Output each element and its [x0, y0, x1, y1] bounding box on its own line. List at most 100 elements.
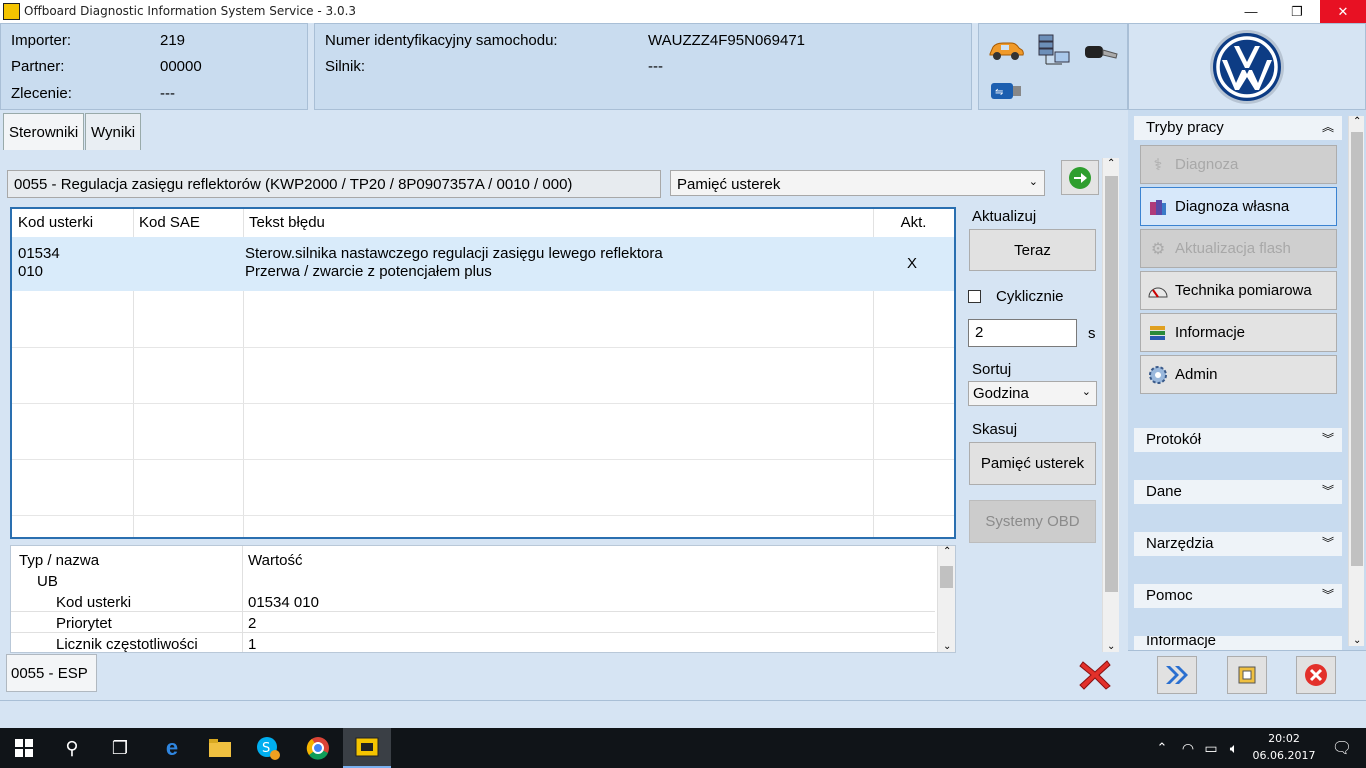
clock-date[interactable]: 06.06.2017 [1250, 749, 1318, 762]
details-row-name: Priorytet [56, 615, 112, 632]
mode-label: Diagnoza własna [1175, 198, 1290, 215]
maximize-button[interactable]: ❐ [1274, 0, 1320, 23]
mode-flash-update[interactable]: ⚙ Aktualizacja flash [1140, 229, 1337, 268]
section-protocol[interactable]: Protokół ︾ [1134, 428, 1342, 452]
fault-subcode: 010 [18, 263, 44, 280]
exit-button[interactable] [1296, 656, 1336, 694]
scrollbar-thumb[interactable] [1105, 176, 1118, 592]
fault-text-detail: Przerwa / zwarcie z potencjałem plus [245, 263, 492, 280]
engine-value: --- [648, 58, 663, 75]
windows-start-icon[interactable] [0, 728, 48, 768]
row-divider [12, 403, 954, 404]
vin-value: WAUZZZ4F95N069471 [648, 32, 806, 49]
details-row-value: 2 [248, 615, 257, 632]
usb-adapter-icon[interactable]: ⇋ [989, 80, 1023, 102]
tab-results[interactable]: Wyniki [85, 113, 141, 151]
tray-chevron-up-icon[interactable]: ⌃ [1148, 728, 1176, 768]
minimize-button[interactable]: — [1228, 0, 1274, 23]
order-value: --- [160, 85, 175, 102]
clear-memory-button[interactable]: Pamięć usterek [969, 442, 1096, 485]
chrome-icon[interactable] [294, 728, 342, 768]
notifications-icon[interactable]: 🗨︎ [1318, 728, 1366, 768]
status-bar [0, 701, 1366, 728]
section-help[interactable]: Pomoc ︾ [1134, 584, 1342, 608]
task-view-icon[interactable]: ❐ [96, 728, 144, 768]
odis-taskbar-icon[interactable] [343, 728, 391, 768]
content-scrollbar[interactable]: ⌃ ⌄ [1102, 158, 1119, 652]
tab-control-units[interactable]: Sterowniki [3, 113, 84, 152]
details-scrollbar[interactable]: ⌃ ⌄ [937, 546, 955, 652]
fit-window-button[interactable] [1227, 656, 1267, 694]
cyclic-checkbox[interactable] [968, 290, 981, 303]
mode-diagnosis[interactable]: ⚕ Diagnoza [1140, 145, 1337, 184]
interval-input[interactable]: 2 [968, 319, 1077, 347]
details-row[interactable]: Licznik częstotliwości 1 [11, 633, 935, 652]
scroll-up-icon[interactable]: ⌃ [1353, 116, 1361, 127]
scroll-down-icon[interactable]: ⌄ [943, 641, 951, 652]
section-information[interactable]: Informacje [1134, 636, 1342, 650]
svg-text:⇋: ⇋ [995, 87, 1003, 98]
partner-value: 00000 [160, 58, 202, 75]
mode-information[interactable]: Informacje [1140, 313, 1337, 352]
details-header-name: Typ / nazwa [19, 552, 100, 569]
dealer-info-panel: Importer: 219 Partner: 00000 Zlecenie: -… [0, 23, 308, 110]
skype-icon[interactable]: S [244, 728, 292, 768]
section-data[interactable]: Dane ︾ [1134, 480, 1342, 504]
books-icon [1147, 196, 1169, 218]
network-icon[interactable] [1035, 32, 1073, 68]
scroll-up-icon[interactable]: ⌃ [943, 546, 951, 557]
window-title: Offboard Diagnostic Information System S… [24, 4, 357, 18]
update-now-button[interactable]: Teraz [969, 229, 1096, 271]
details-row-value: 01534 010 [248, 594, 319, 611]
title-bar: Offboard Diagnostic Information System S… [0, 0, 1366, 23]
section-tools[interactable]: Narzędzia ︾ [1134, 532, 1342, 556]
clock-time[interactable]: 20:02 [1260, 732, 1308, 745]
col-header-sae-code[interactable]: Kod SAE [133, 209, 243, 237]
engine-label: Silnik: [325, 58, 366, 75]
mode-label: Technika pomiarowa [1175, 282, 1312, 299]
mode-self-diagnosis[interactable]: Diagnoza własna [1140, 187, 1337, 226]
details-row[interactable]: Priorytet 2 [11, 612, 935, 633]
scrollbar-thumb[interactable] [1351, 132, 1363, 566]
scroll-up-icon[interactable]: ⌃ [1107, 158, 1115, 169]
sidebar-scrollbar[interactable]: ⌃ ⌄ [1348, 116, 1364, 646]
scroll-down-icon[interactable]: ⌄ [1353, 635, 1361, 646]
scrollbar-thumb[interactable] [940, 566, 953, 588]
scroll-down-icon[interactable]: ⌄ [1107, 641, 1115, 652]
update-label: Aktualizuj [972, 208, 1037, 225]
key-icon[interactable] [1083, 40, 1121, 64]
fault-code: 01534 [18, 245, 60, 262]
car-icon[interactable] [987, 38, 1025, 62]
mode-label: Informacje [1175, 324, 1246, 341]
edge-icon[interactable]: e [148, 728, 196, 768]
col-header-fault-text[interactable]: Tekst błędu [243, 209, 873, 237]
obd-systems-button[interactable]: Systemy OBD [969, 500, 1096, 543]
sort-select[interactable]: Godzina ⌄ [968, 381, 1097, 406]
chevron-down-icon: ⌄ [1081, 386, 1091, 398]
table-row-selected[interactable]: 01534 010 Sterow.silnika nastawczego reg… [12, 237, 954, 291]
volume-icon[interactable]: 🔈︎ [1222, 728, 1246, 768]
wifi-icon[interactable]: ◠ [1176, 728, 1200, 768]
section-label: Dane [1146, 483, 1182, 500]
bottom-tab-esp[interactable]: 0055 - ESP [6, 654, 97, 692]
file-explorer-icon[interactable] [196, 728, 244, 768]
battery-icon[interactable]: ▭ [1200, 728, 1222, 768]
col-header-fault-code[interactable]: Kod usterki [12, 209, 133, 237]
mode-measurement[interactable]: Technika pomiarowa [1140, 271, 1337, 310]
order-label: Zlecenie: [11, 85, 72, 102]
fault-text: Sterow.silnika nastawczego regulacji zas… [245, 245, 663, 262]
double-chevron-right-icon [1166, 666, 1188, 684]
modes-header[interactable]: Tryby pracy ︽ [1134, 116, 1342, 140]
cancel-icon[interactable] [1078, 659, 1112, 691]
close-button[interactable]: ✕ [1320, 0, 1366, 23]
search-icon[interactable]: ⚲ [48, 728, 96, 768]
col-header-active[interactable]: Akt. [873, 209, 954, 237]
details-row[interactable]: Kod usterki 01534 010 [11, 591, 935, 612]
details-row-name: Kod usterki [56, 594, 132, 611]
mode-admin[interactable]: Admin [1140, 355, 1337, 394]
sort-label: Sortuj [972, 361, 1012, 378]
fault-active-marker: X [907, 255, 918, 272]
forward-button[interactable] [1157, 656, 1197, 694]
go-button[interactable] [1061, 160, 1099, 195]
memory-select[interactable]: Pamięć usterek ⌄ [670, 170, 1045, 196]
